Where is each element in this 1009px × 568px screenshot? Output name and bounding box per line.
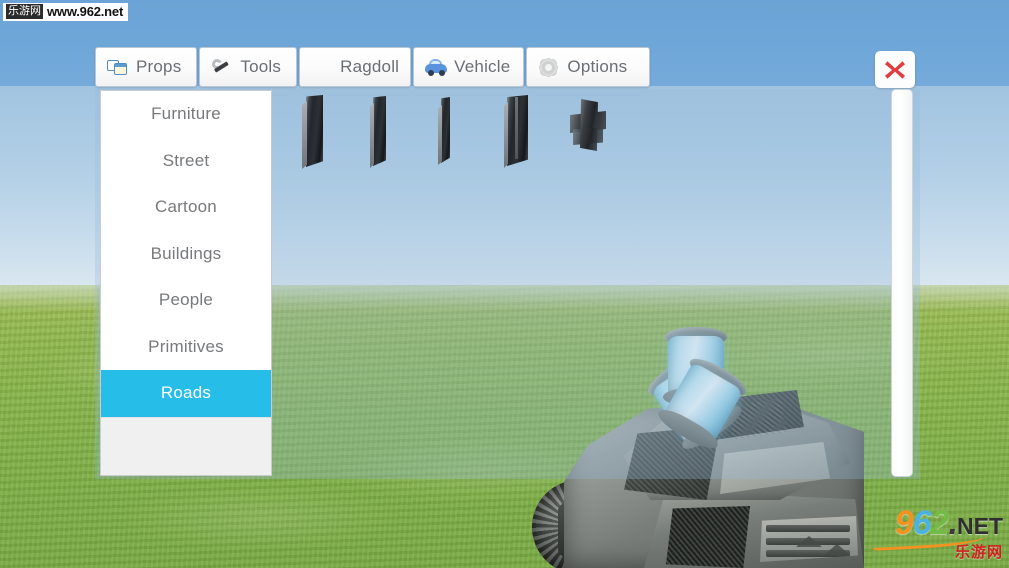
prop-thumb-road-straight-wide[interactable] [292, 91, 359, 175]
tab-vehicle-label: Vehicle [454, 57, 511, 76]
tab-ragdoll-label: Ragdoll [340, 57, 400, 76]
tab-props-label: Props [136, 57, 182, 76]
tab-props[interactable]: Props [95, 47, 198, 87]
sidebar-label: Primitives [148, 336, 224, 356]
vehicle-vent-grille [666, 506, 750, 568]
gear-icon [538, 57, 560, 77]
thumbnail-scrollbar[interactable] [888, 89, 916, 477]
category-sidebar[interactable]: Furniture Street Cartoon Buildings Peopl… [100, 90, 272, 476]
sidebar-label: Cartoon [155, 197, 217, 217]
people-group-icon [311, 57, 333, 77]
sidebar-label: Roads [160, 383, 212, 403]
tab-options-label: Options [567, 57, 628, 76]
wrench-icon [211, 57, 233, 77]
sidebar-label: People [158, 290, 214, 310]
sidebar-item-roads[interactable]: Roads [101, 370, 271, 417]
tab-tools-label: Tools [240, 57, 282, 76]
sidebar-label: Buildings [150, 243, 222, 263]
sidebar-label: Street [162, 150, 210, 170]
tab-vehicle[interactable]: Vehicle [413, 47, 525, 87]
prop-thumb-road-straight-narrow[interactable] [426, 91, 493, 175]
prop-spawner-panel[interactable]: Props Tools Ragdoll Vehicle Options Furn… [95, 47, 920, 479]
sidebar-item-street[interactable]: Street [101, 138, 271, 185]
tab-ragdoll[interactable]: Ragdoll [299, 47, 412, 87]
site-watermark-logo: 9 6 2 . NET 乐游网 [865, 506, 1003, 562]
sidebar-label: Furniture [151, 104, 221, 124]
tab-tools[interactable]: Tools [199, 47, 298, 87]
prop-thumb-road-straight-double[interactable] [493, 91, 560, 175]
category-tabbar[interactable]: Props Tools Ragdoll Vehicle Options [95, 47, 652, 90]
sidebar-footer [101, 416, 271, 475]
game-viewport[interactable]: Props Tools Ragdoll Vehicle Options Furn… [0, 0, 1009, 568]
prop-thumb-road-straight-medium[interactable] [359, 91, 426, 175]
sidebar-item-people[interactable]: People [101, 277, 271, 324]
sidebar-item-primitives[interactable]: Primitives [101, 324, 271, 371]
prop-thumb-road-intersection[interactable] [560, 91, 627, 175]
sidebar-item-buildings[interactable]: Buildings [101, 231, 271, 278]
site-watermark-top: 乐游网 www.962.net [3, 3, 129, 21]
prop-thumbnail-grid[interactable] [280, 89, 885, 477]
sidebar-item-cartoon[interactable]: Cartoon [101, 184, 271, 231]
tab-options[interactable]: Options [526, 47, 651, 87]
props-windows-icon [107, 57, 129, 77]
scrollbar-track[interactable] [891, 89, 913, 477]
sidebar-item-furniture[interactable]: Furniture [101, 91, 271, 138]
close-button[interactable] [875, 51, 915, 88]
scrollbar-thumb[interactable] [892, 90, 912, 476]
car-icon [425, 57, 448, 77]
panel-content: Furniture Street Cartoon Buildings Peopl… [95, 89, 920, 479]
watermark-url: www.962.net [47, 4, 124, 19]
watermark-cn-label: 乐游网 [6, 4, 43, 19]
close-icon [885, 60, 905, 79]
